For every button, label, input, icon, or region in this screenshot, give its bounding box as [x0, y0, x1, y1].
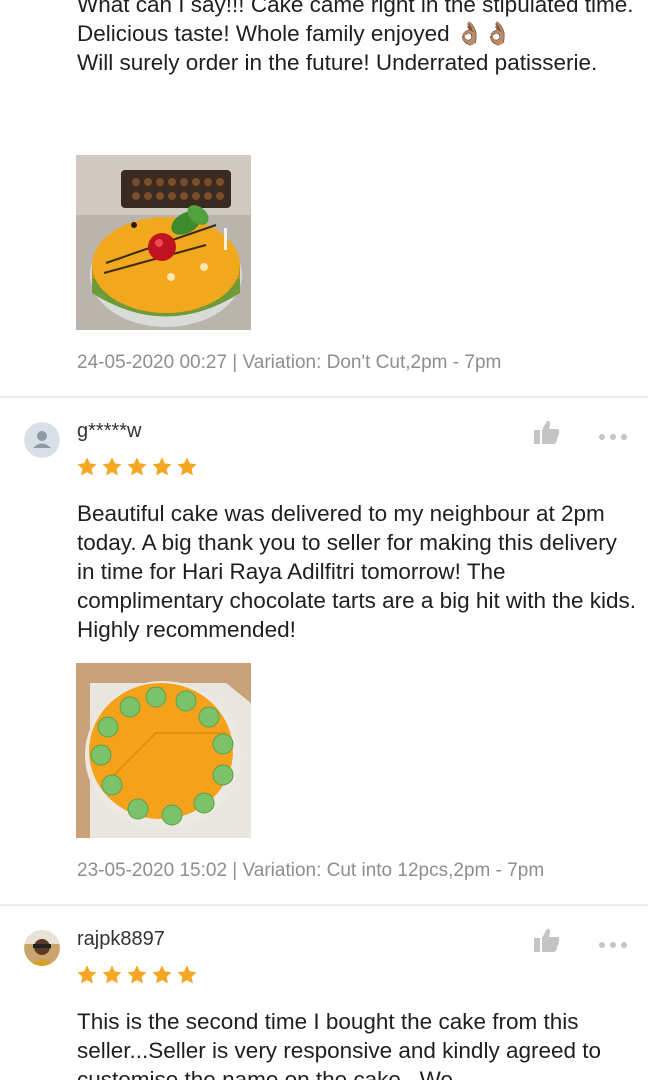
- review-meta: 23-05-2020 15:02 | Variation: Cut into 1…: [77, 860, 545, 881]
- review-card: What can I say!!! Cake came right in the…: [0, 0, 648, 396]
- review-text: This is the second time I bought the cak…: [77, 1009, 602, 1080]
- reviewer-name: rajpk8897: [77, 928, 165, 950]
- thumbs-up-icon[interactable]: [533, 419, 561, 445]
- review-text: Beautiful cake was delivered to my neigh…: [77, 501, 637, 642]
- review-card: rajpk8897 This is the second time I boug…: [0, 906, 648, 1080]
- avatar[interactable]: [24, 930, 60, 966]
- user-icon: [24, 422, 60, 458]
- review-text: What can I say!!! Cake came right in the…: [77, 0, 634, 75]
- star-rating: [76, 964, 198, 986]
- review-photo[interactable]: [76, 155, 251, 330]
- star-icon: [102, 457, 122, 476]
- star-icon: [127, 965, 147, 984]
- review-card: g*****w Beautiful cake was delivered to …: [0, 398, 648, 904]
- star-icon: [77, 965, 97, 984]
- star-icon: [127, 457, 147, 476]
- star-rating: [76, 456, 198, 478]
- star-icon: [177, 457, 197, 476]
- more-dots-icon[interactable]: [598, 936, 628, 948]
- review-photo[interactable]: [76, 663, 251, 838]
- avatar[interactable]: [24, 422, 60, 458]
- star-icon: [77, 457, 97, 476]
- thumbs-up-icon[interactable]: [533, 927, 561, 953]
- review-meta: 24-05-2020 00:27 | Variation: Don't Cut,…: [77, 352, 502, 373]
- star-icon: [152, 457, 172, 476]
- more-dots-icon[interactable]: [598, 428, 628, 440]
- star-icon: [102, 965, 122, 984]
- star-icon: [177, 965, 197, 984]
- reviewer-name: g*****w: [77, 420, 142, 442]
- star-icon: [152, 965, 172, 984]
